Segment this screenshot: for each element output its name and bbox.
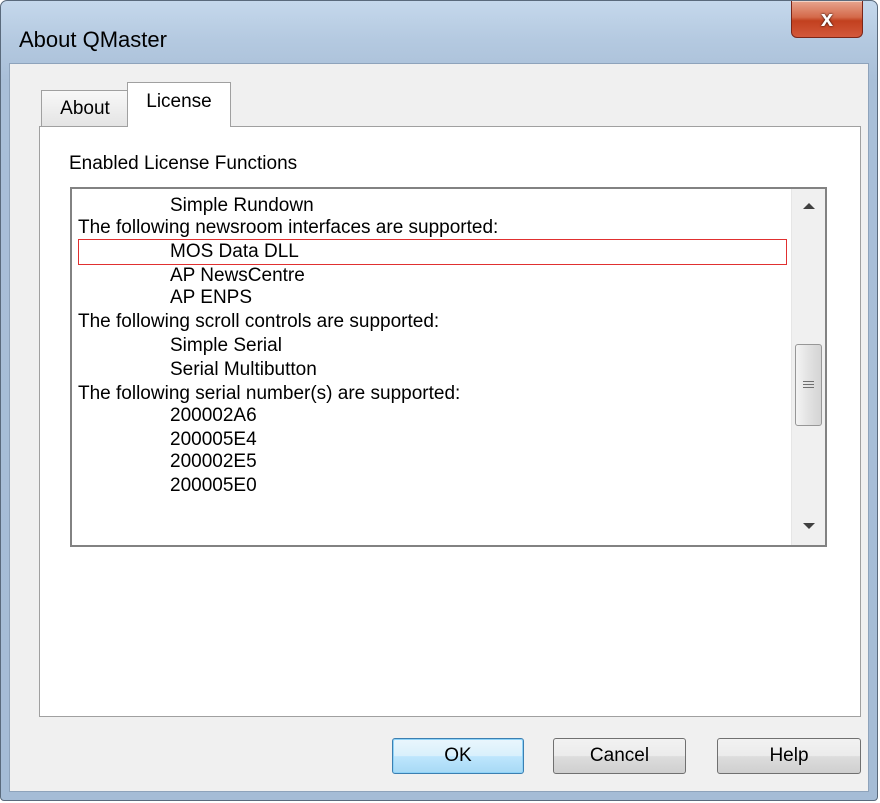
- list-item: 200002E5: [170, 451, 257, 472]
- scroll-up-arrow-icon[interactable]: [803, 203, 815, 209]
- list-item: AP NewsCentre: [170, 265, 305, 286]
- title-bar[interactable]: About QMaster x: [1, 1, 877, 63]
- window-title: About QMaster: [19, 27, 167, 52]
- list-item: AP ENPS: [170, 287, 253, 308]
- list-item: The following serial number(s) are suppo…: [78, 383, 461, 404]
- enabled-license-functions-label: Enabled License Functions: [69, 153, 298, 174]
- list-item: The following newsroom interfaces are su…: [78, 217, 499, 238]
- cancel-button[interactable]: Cancel: [553, 738, 686, 774]
- about-dialog: About QMaster x About License Enabled Li…: [0, 0, 878, 801]
- tab-license-label: License: [146, 91, 212, 112]
- ok-button-label: OK: [444, 745, 472, 766]
- tab-about-label: About: [60, 97, 110, 119]
- ok-button[interactable]: OK: [392, 738, 524, 774]
- close-button[interactable]: x: [791, 1, 863, 38]
- tab-about[interactable]: About: [41, 90, 129, 126]
- scroll-down-arrow-icon[interactable]: [803, 523, 815, 529]
- list-item: 200005E0: [170, 475, 257, 496]
- grip-line: [803, 381, 814, 382]
- list-item: Serial Multibutton: [170, 359, 317, 380]
- vertical-scrollbar[interactable]: [791, 189, 825, 545]
- list-item-highlighted: MOS Data DLL: [170, 241, 299, 262]
- list-item: The following scroll controls are suppor…: [78, 311, 440, 332]
- scrollbar-thumb[interactable]: [795, 344, 822, 426]
- grip-line: [803, 384, 814, 385]
- license-functions-list[interactable]: Simple Rundown The following newsroom in…: [70, 187, 827, 547]
- list-item: 200002A6: [170, 405, 257, 426]
- license-tab-panel: Enabled License Functions Simple Rundown…: [39, 126, 861, 717]
- list-item: 200005E4: [170, 429, 257, 450]
- close-icon: x: [820, 6, 834, 31]
- list-item: Simple Serial: [170, 335, 282, 356]
- cancel-button-label: Cancel: [589, 745, 650, 766]
- dialog-client-area: About License Enabled License Functions …: [9, 63, 869, 792]
- list-item: Simple Rundown: [170, 195, 314, 216]
- help-button[interactable]: Help: [717, 738, 861, 774]
- grip-line: [803, 387, 814, 388]
- tab-license[interactable]: License: [127, 82, 231, 127]
- help-button-label: Help: [769, 745, 809, 766]
